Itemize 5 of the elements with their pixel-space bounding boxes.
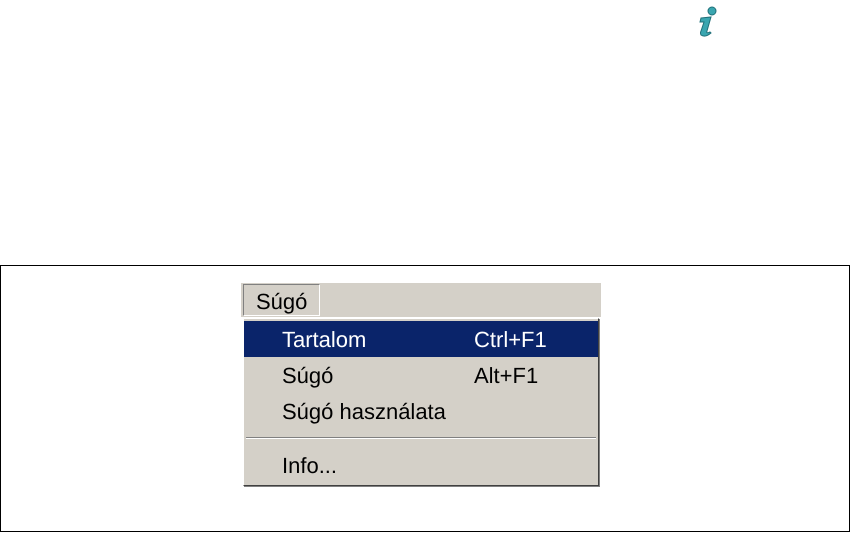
menu-bar-item[interactable]: Súgó: [243, 284, 320, 316]
menu-item[interactable]: Tartalom Ctrl+F1: [244, 321, 598, 357]
menu-item[interactable]: Súgó használata: [244, 393, 598, 429]
menu-item[interactable]: Súgó Alt+F1: [244, 357, 598, 393]
menu-item[interactable]: Info...: [244, 447, 598, 483]
